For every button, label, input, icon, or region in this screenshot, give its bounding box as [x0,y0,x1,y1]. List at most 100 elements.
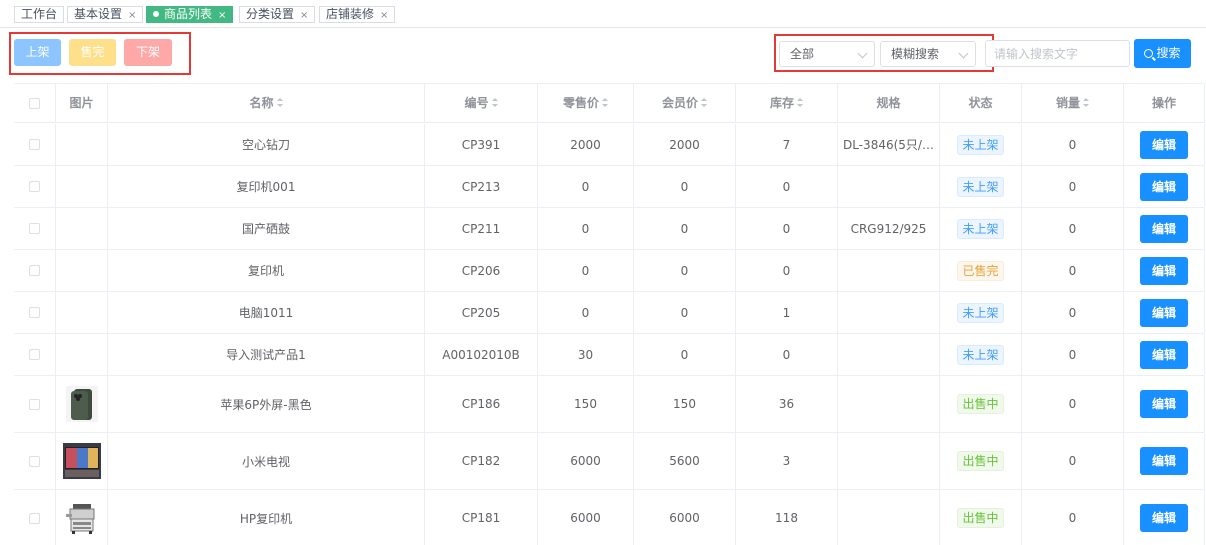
header-sales[interactable]: 销量 [1022,84,1124,123]
spec-text: DL-3846(5只/… [843,138,934,152]
name-cell: 空心钻刀 [108,124,425,165]
close-icon[interactable]: × [128,10,136,21]
row-select-cell [14,433,56,489]
table-row: 国产硒鼓 CP211 0 0 0 CRG912/925 未上架 0 编辑 [14,208,1205,250]
status-badge: 出售中 [957,394,1004,414]
edit-button[interactable]: 编辑 [1140,256,1188,285]
sort-icon[interactable] [701,98,707,107]
header-stock[interactable]: 库存 [736,84,838,123]
retail-price-cell: 0 [538,250,634,291]
sales-cell: 0 [1022,334,1124,375]
actions-cell: 编辑 [1124,250,1205,291]
stock-text: 0 [782,263,791,278]
status-badge: 未上架 [957,176,1004,197]
sort-icon[interactable] [276,98,283,107]
product-thumbnail[interactable] [63,499,101,537]
edit-button[interactable]: 编辑 [1140,390,1188,418]
tab-store-decoration[interactable]: 店铺装修 × [319,6,396,23]
tab-category-settings[interactable]: 分类设置 × [239,6,316,23]
edit-button[interactable]: 编辑 [1140,340,1188,369]
edit-button[interactable]: 编辑 [1140,504,1188,532]
off-shelf-button[interactable]: 下架 [124,39,172,66]
product-thumbnail[interactable] [63,385,101,423]
close-icon[interactable]: × [218,10,226,21]
retail-price-cell: 0 [538,208,634,249]
stock-cell: 118 [736,490,838,545]
name-cell: HP复印机 [108,490,425,545]
actions-cell: 编辑 [1124,334,1205,375]
spec-cell: DL-3846(5只/… [838,124,940,165]
header-retail-price[interactable]: 零售价 [538,84,634,123]
image-cell [56,166,108,207]
table-row: 复印机 CP206 0 0 0 已售完 0 编辑 [14,250,1205,292]
search-button[interactable]: 搜索 [1134,39,1191,68]
member-price-cell: 6000 [634,490,736,545]
status-cell: 已售完 [940,250,1022,291]
status-cell: 未上架 [940,292,1022,333]
sold-out-button[interactable]: 售完 [69,39,116,66]
image-cell [56,376,108,432]
tab-product-list[interactable]: 商品列表 × [146,6,234,23]
code-cell: CP205 [425,292,538,333]
sort-icon[interactable] [1083,98,1089,107]
tab-bar: 工作台 基本设置 × 商品列表 × 分类设置 × 店铺装修 × [0,0,1206,28]
row-checkbox[interactable] [29,265,40,276]
row-select-cell [14,208,56,249]
close-icon[interactable]: × [380,10,388,21]
tab-basic-settings[interactable]: 基本设置 × [67,6,144,23]
tab-workbench[interactable]: 工作台 [14,6,65,23]
image-cell [56,124,108,165]
spec-cell [838,376,940,432]
row-checkbox[interactable] [29,181,40,192]
header-name[interactable]: 名称 [108,84,425,123]
image-cell [56,334,108,375]
row-checkbox[interactable] [29,455,40,467]
edit-button[interactable]: 编辑 [1140,447,1188,475]
sort-icon[interactable] [602,98,608,107]
search-mode-select[interactable]: 模糊搜索 [880,41,976,67]
stock-cell: 0 [736,334,838,375]
retail-price-cell: 30 [538,334,634,375]
member-price-cell: 0 [634,208,736,249]
name-cell: 苹果6P外屏-黑色 [108,376,425,432]
row-checkbox[interactable] [29,307,40,318]
code-cell: CP213 [425,166,538,207]
on-shelf-button[interactable]: 上架 [14,39,61,66]
sort-icon[interactable] [491,98,498,107]
select-all-checkbox[interactable] [29,98,40,109]
row-checkbox[interactable] [29,512,40,524]
retail-price-text: 150 [574,397,597,411]
sort-icon[interactable] [797,98,803,107]
spec-cell: CRG912/925 [838,208,940,249]
code-cell: CP182 [425,433,538,489]
row-checkbox[interactable] [29,223,40,234]
row-checkbox[interactable] [29,139,40,150]
spec-cell [838,334,940,375]
spec-text: CRG912/925 [850,221,927,236]
edit-button[interactable]: 编辑 [1140,214,1188,243]
status-select[interactable]: 全部 [779,41,875,67]
row-select-cell [14,124,56,165]
tab-label: 基本设置 [74,7,123,21]
stock-cell: 3 [736,433,838,489]
row-checkbox[interactable] [29,349,40,360]
select-all-cell [14,84,56,123]
name-text: 复印机 [247,264,284,278]
header-member-price[interactable]: 会员价 [634,84,736,123]
product-thumbnail[interactable] [62,442,101,480]
edit-button[interactable]: 编辑 [1140,298,1188,327]
chevron-down-icon [958,48,969,59]
row-checkbox[interactable] [29,398,40,410]
edit-button[interactable]: 编辑 [1140,172,1188,201]
search-input[interactable] [985,40,1130,67]
edit-button[interactable]: 编辑 [1140,130,1188,159]
header-code[interactable]: 编号 [425,84,538,123]
actions-cell: 编辑 [1124,124,1205,165]
row-select-cell [14,334,56,375]
status-badge: 出售中 [957,451,1004,471]
name-text: 空心钻刀 [241,138,290,152]
close-icon[interactable]: × [300,10,308,21]
retail-price-text: 0 [581,221,590,236]
name-cell: 国产硒鼓 [108,208,425,249]
header-status: 状态 [940,84,1022,123]
